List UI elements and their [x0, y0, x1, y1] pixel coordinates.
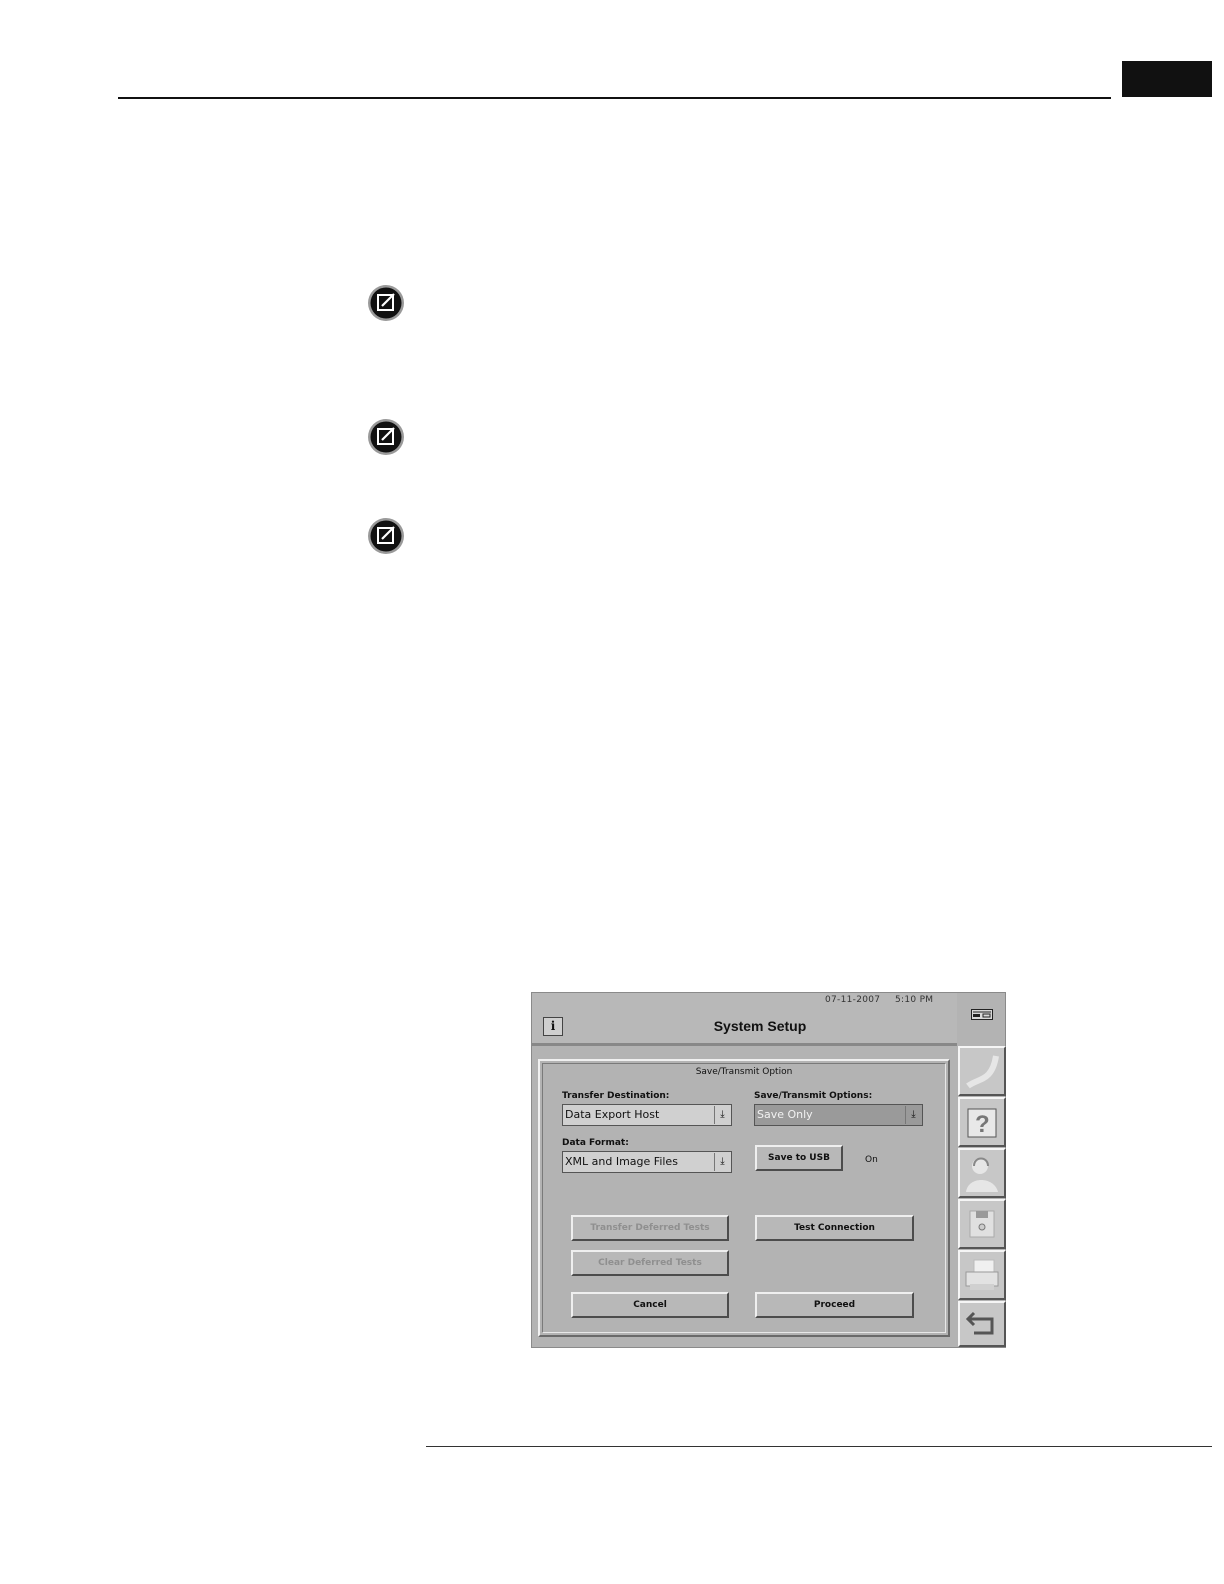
save-to-usb-button[interactable]: Save to USB: [755, 1145, 843, 1171]
header-rule: [118, 97, 1111, 99]
floppy-disk-icon: [969, 1210, 995, 1238]
save-transmit-options-label: Save/Transmit Options:: [754, 1091, 873, 1101]
note-icon: [368, 285, 404, 321]
help-icon: ?: [967, 1108, 997, 1138]
blank-button[interactable]: [958, 1046, 1006, 1096]
save-transmit-options-value: Save Only: [757, 1108, 813, 1121]
time-display: 5:10 PM: [895, 995, 934, 1005]
screen-title: System Setup: [713, 1018, 807, 1034]
printer-icon: [965, 1259, 999, 1290]
usb-status: On: [865, 1155, 878, 1165]
save-transmit-panel: Save/Transmit Option Transfer Destinatio…: [538, 1059, 950, 1337]
return-icon: [965, 1311, 994, 1335]
data-format-label: Data Format:: [562, 1138, 629, 1148]
save-transmit-options-select[interactable]: Save Only ⤓: [754, 1104, 923, 1126]
print-button[interactable]: [958, 1250, 1006, 1300]
operator-icon: [966, 1157, 998, 1192]
operator-button[interactable]: [958, 1148, 1006, 1198]
panel-title: Save/Transmit Option: [695, 1067, 793, 1077]
cancel-button[interactable]: Cancel: [571, 1292, 729, 1318]
data-format-value: XML and Image Files: [565, 1155, 678, 1168]
dropdown-arrow-icon[interactable]: ⤓: [714, 1153, 730, 1171]
transfer-destination-label: Transfer Destination:: [562, 1091, 670, 1101]
test-connection-button[interactable]: Test Connection: [755, 1215, 914, 1241]
transfer-destination-value: Data Export Host: [565, 1108, 660, 1121]
transfer-deferred-tests-button[interactable]: Transfer Deferred Tests: [571, 1215, 729, 1241]
transfer-destination-select[interactable]: Data Export Host ⤓: [562, 1104, 732, 1126]
system-setup-screen: 07-11-2007 5:10 PM i System Setup Save/T…: [531, 992, 1006, 1348]
proceed-button[interactable]: Proceed: [755, 1292, 914, 1318]
date-display: 07-11-2007: [825, 995, 881, 1005]
dropdown-arrow-icon[interactable]: ⤓: [905, 1106, 921, 1124]
note-icon: [368, 419, 404, 455]
card-reader-icon: [971, 1009, 993, 1020]
blank-icon: [966, 1055, 999, 1089]
clear-deferred-tests-button[interactable]: Clear Deferred Tests: [571, 1250, 729, 1276]
data-format-select[interactable]: XML and Image Files ⤓: [562, 1151, 732, 1173]
dropdown-arrow-icon[interactable]: ⤓: [714, 1106, 730, 1124]
chapter-tab: [1122, 61, 1212, 97]
footer-rule: [426, 1446, 1212, 1447]
note-icon: [368, 518, 404, 554]
screen-header: 07-11-2007 5:10 PM i System Setup: [532, 993, 957, 1046]
header-divider: [532, 1043, 957, 1046]
help-button[interactable]: ?: [958, 1097, 1006, 1147]
return-button[interactable]: [958, 1301, 1006, 1347]
save-disk-button[interactable]: [958, 1199, 1006, 1249]
svg-text:?: ?: [975, 1111, 990, 1138]
